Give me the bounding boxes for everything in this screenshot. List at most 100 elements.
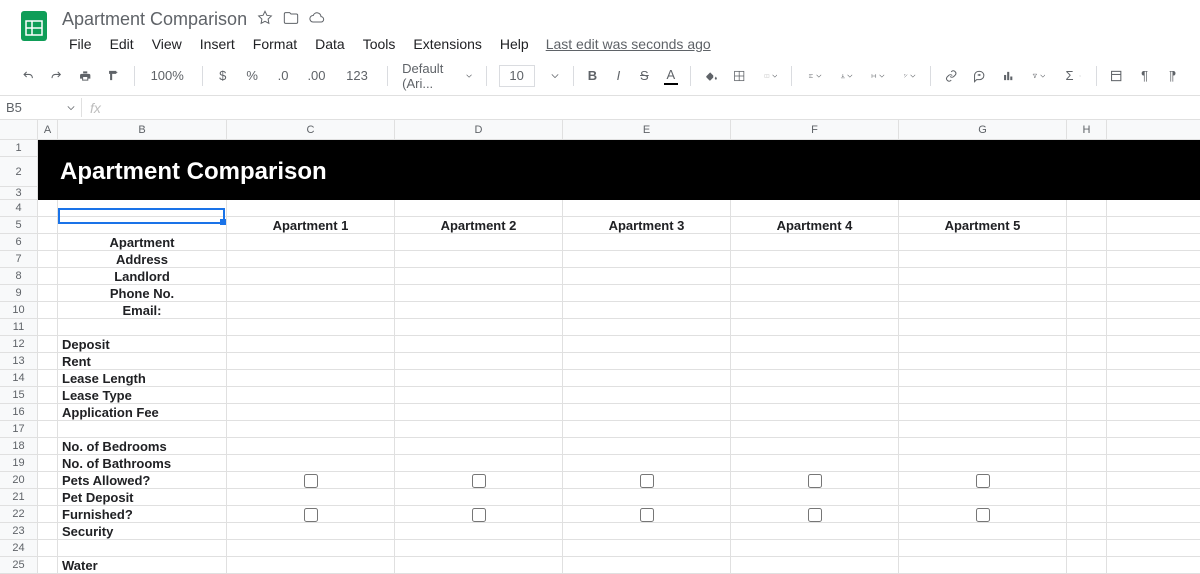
checkbox-D22[interactable] xyxy=(472,508,486,522)
move-icon[interactable] xyxy=(283,10,299,29)
checkbox-G22[interactable] xyxy=(976,508,990,522)
cell-G12[interactable] xyxy=(899,336,1067,353)
cell-A3[interactable] xyxy=(38,187,58,200)
cell-F17[interactable] xyxy=(731,421,899,438)
cell-G17[interactable] xyxy=(899,421,1067,438)
row-header-6[interactable]: 6 xyxy=(0,234,37,251)
cell-C18[interactable] xyxy=(227,438,395,455)
cell-H5[interactable] xyxy=(1067,217,1107,234)
cell-E9[interactable] xyxy=(563,285,731,302)
cell-H17[interactable] xyxy=(1067,421,1107,438)
row-header-21[interactable]: 21 xyxy=(0,489,37,506)
row-header-19[interactable]: 19 xyxy=(0,455,37,472)
col-header-e[interactable]: E xyxy=(563,120,731,139)
row-header-24[interactable]: 24 xyxy=(0,540,37,557)
cell-E15[interactable] xyxy=(563,387,731,404)
cell-F19[interactable] xyxy=(731,455,899,472)
cell-F20[interactable] xyxy=(731,472,899,489)
cell-B5[interactable] xyxy=(58,217,227,234)
cell-B18[interactable]: No. of Bedrooms xyxy=(58,438,227,455)
cell-C22[interactable] xyxy=(227,506,395,523)
cell-C10[interactable] xyxy=(227,302,395,319)
cell-G16[interactable] xyxy=(899,404,1067,421)
row-header-3[interactable]: 3 xyxy=(0,187,37,200)
row-header-15[interactable]: 15 xyxy=(0,387,37,404)
checkbox-D20[interactable] xyxy=(472,474,486,488)
cell-E7[interactable] xyxy=(563,251,731,268)
decrease-decimal-button[interactable]: .0 xyxy=(270,63,297,89)
cell-A6[interactable] xyxy=(38,234,58,251)
cell-E16[interactable] xyxy=(563,404,731,421)
checkbox-F22[interactable] xyxy=(808,508,822,522)
cell-F10[interactable] xyxy=(731,302,899,319)
print-button[interactable] xyxy=(73,63,97,89)
cell-B2[interactable]: Apartment Comparison xyxy=(58,157,858,187)
row-header-2[interactable]: 2 xyxy=(0,157,37,187)
cell-B16[interactable]: Application Fee xyxy=(58,404,227,421)
formula-bar[interactable] xyxy=(109,96,1200,119)
cell-H13[interactable] xyxy=(1067,353,1107,370)
cell-H4[interactable] xyxy=(1067,200,1107,217)
cell-C16[interactable] xyxy=(227,404,395,421)
font-select[interactable]: Default (Ari... xyxy=(396,63,478,89)
cell-B7[interactable]: Address xyxy=(58,251,227,268)
cell-A23[interactable] xyxy=(38,523,58,540)
cell-A5[interactable] xyxy=(38,217,58,234)
strike-button[interactable]: S xyxy=(633,63,655,89)
row-header-23[interactable]: 23 xyxy=(0,523,37,540)
cell-C25[interactable] xyxy=(227,557,395,574)
row-header-13[interactable]: 13 xyxy=(0,353,37,370)
rotate-button[interactable] xyxy=(895,63,922,89)
cell-B8[interactable]: Landlord xyxy=(58,268,227,285)
cell-A13[interactable] xyxy=(38,353,58,370)
cell-F8[interactable] xyxy=(731,268,899,285)
last-edit-link[interactable]: Last edit was seconds ago xyxy=(546,36,711,52)
cell-E20[interactable] xyxy=(563,472,731,489)
comment-button[interactable] xyxy=(967,63,991,89)
row-header-1[interactable]: 1 xyxy=(0,140,37,157)
cell-D12[interactable] xyxy=(395,336,563,353)
zoom-select[interactable]: 100% xyxy=(142,63,194,89)
cell-D4[interactable] xyxy=(395,200,563,217)
cell-F3[interactable] xyxy=(731,187,899,200)
cell-H1[interactable] xyxy=(1067,140,1107,157)
cell-D7[interactable] xyxy=(395,251,563,268)
cell-A25[interactable] xyxy=(38,557,58,574)
cell-C24[interactable] xyxy=(227,540,395,557)
cell-C3[interactable] xyxy=(227,187,395,200)
cell-A19[interactable] xyxy=(38,455,58,472)
row-header-4[interactable]: 4 xyxy=(0,200,37,217)
paragraph-rtl-icon[interactable]: ¶ xyxy=(1160,63,1184,89)
row-header-25[interactable]: 25 xyxy=(0,557,37,574)
cell-C4[interactable] xyxy=(227,200,395,217)
cell-G6[interactable] xyxy=(899,234,1067,251)
cell-B23[interactable]: Security xyxy=(58,523,227,540)
cell-D11[interactable] xyxy=(395,319,563,336)
row-header-18[interactable]: 18 xyxy=(0,438,37,455)
cell-G14[interactable] xyxy=(899,370,1067,387)
cell-D18[interactable] xyxy=(395,438,563,455)
cell-H18[interactable] xyxy=(1067,438,1107,455)
cell-H12[interactable] xyxy=(1067,336,1107,353)
cell-H16[interactable] xyxy=(1067,404,1107,421)
cell-C6[interactable] xyxy=(227,234,395,251)
cell-D10[interactable] xyxy=(395,302,563,319)
cell-D9[interactable] xyxy=(395,285,563,302)
cell-A24[interactable] xyxy=(38,540,58,557)
cell-G1[interactable] xyxy=(899,140,1067,157)
cell-G5[interactable]: Apartment 5 xyxy=(899,217,1067,234)
percent-button[interactable]: % xyxy=(239,63,266,89)
functions-button[interactable]: Σ xyxy=(1055,63,1087,89)
cell-F5[interactable]: Apartment 4 xyxy=(731,217,899,234)
paint-format-button[interactable] xyxy=(101,63,125,89)
cell-B13[interactable]: Rent xyxy=(58,353,227,370)
cell-A12[interactable] xyxy=(38,336,58,353)
cell-B19[interactable]: No. of Bathrooms xyxy=(58,455,227,472)
cell-D24[interactable] xyxy=(395,540,563,557)
cell-A9[interactable] xyxy=(38,285,58,302)
cell-D19[interactable] xyxy=(395,455,563,472)
currency-button[interactable]: $ xyxy=(211,63,235,89)
row-header-7[interactable]: 7 xyxy=(0,251,37,268)
row-header-9[interactable]: 9 xyxy=(0,285,37,302)
cell-G23[interactable] xyxy=(899,523,1067,540)
